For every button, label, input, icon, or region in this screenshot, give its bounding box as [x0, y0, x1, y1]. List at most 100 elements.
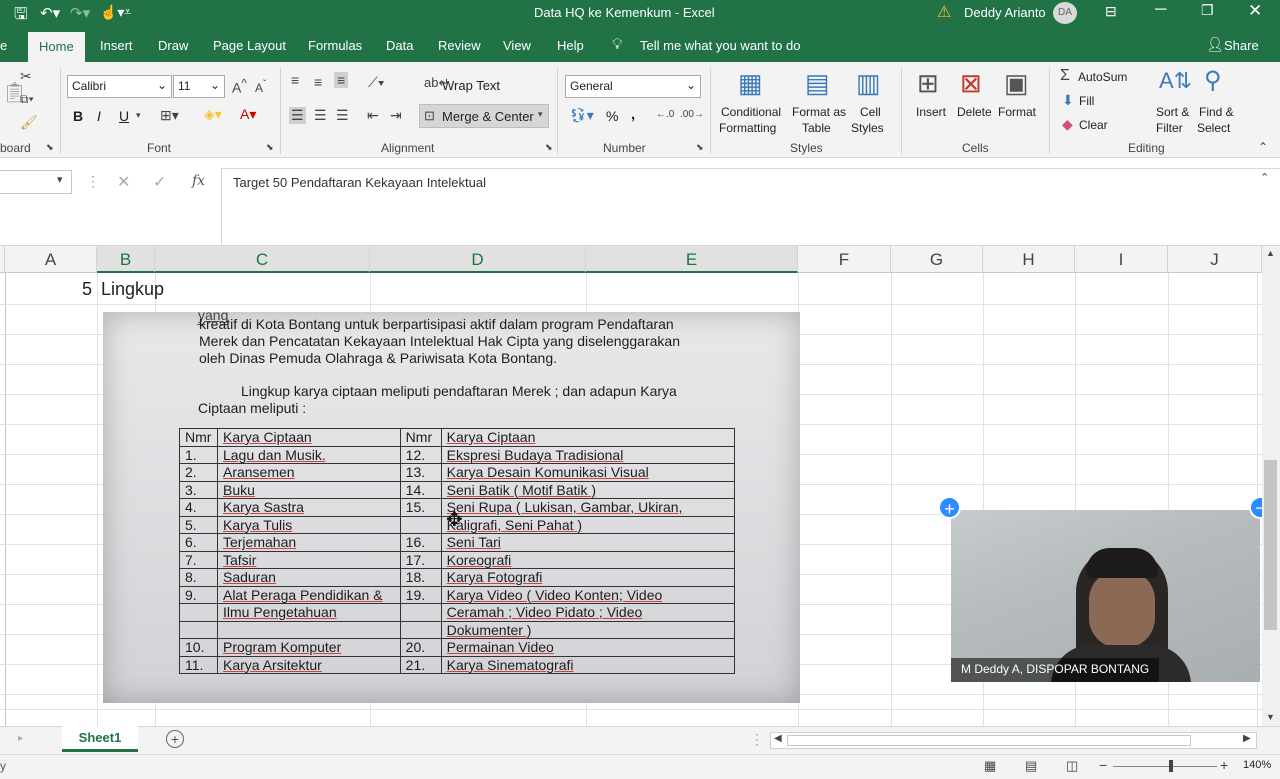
font-launcher-icon[interactable]: ⬊ — [266, 142, 274, 153]
format-painter-icon[interactable]: 🖌︎ — [20, 114, 38, 131]
customize-qat-icon[interactable]: ⩡ — [124, 4, 131, 20]
number-launcher-icon[interactable]: ⬊ — [696, 142, 704, 153]
warning-icon[interactable]: ⚠ — [937, 2, 951, 22]
vertical-scrollbar[interactable]: ▲ ▼ — [1262, 246, 1280, 726]
hscroll-thumb[interactable] — [787, 735, 1191, 746]
tab-data[interactable]: Data — [386, 38, 413, 53]
split-handle-icon[interactable]: ⋮ — [750, 731, 764, 748]
format-cells-button[interactable]: Format — [998, 105, 1036, 119]
copy-icon[interactable]: ⧉▾ — [20, 92, 34, 107]
col-header-e[interactable]: E — [586, 246, 798, 273]
increase-decimal-icon[interactable]: ←.0 — [656, 109, 674, 120]
zoom-slider-thumb[interactable] — [1169, 760, 1173, 772]
find-select-label2[interactable]: Select — [1197, 121, 1230, 135]
ribbon-display-icon[interactable]: ⊟ — [1105, 3, 1117, 20]
scroll-sheets-icon[interactable]: ▸ — [18, 733, 23, 744]
cell-styles-label2[interactable]: Styles — [851, 121, 884, 135]
decrease-indent-icon[interactable]: ⇤ — [367, 107, 379, 124]
new-sheet-button[interactable]: + — [166, 730, 184, 748]
cell-styles-label1[interactable]: Cell — [860, 105, 881, 119]
horizontal-scrollbar[interactable]: ◀ ▶ — [770, 732, 1257, 749]
page-break-view-icon[interactable]: ◫ — [1066, 758, 1078, 774]
format-as-table-label2[interactable]: Table — [802, 121, 831, 135]
col-header-b[interactable]: B — [97, 246, 155, 273]
cell-b5[interactable]: Lingkup — [101, 279, 164, 300]
col-header-i[interactable]: I — [1075, 246, 1168, 273]
document-picture[interactable]: y̲a̲n̲g̲ kreatif di Kota Bontang untuk b… — [103, 312, 800, 703]
share-button[interactable]: Share — [1224, 38, 1259, 53]
number-format-box[interactable]: General ⌄ — [565, 75, 701, 98]
name-box[interactable]: ▾ — [0, 170, 72, 194]
conditional-formatting-label2[interactable]: Formatting — [719, 121, 776, 135]
zoom-in-icon[interactable]: + — [1220, 757, 1228, 773]
tab-home[interactable]: Home — [28, 32, 85, 62]
collapse-ribbon-icon[interactable]: ⌃ — [1258, 140, 1268, 154]
tell-me-search[interactable]: Tell me what you want to do — [640, 38, 800, 53]
align-middle-icon[interactable]: ≡ — [314, 74, 322, 90]
decrease-font-icon[interactable]: Aˇ — [255, 79, 266, 95]
normal-view-icon[interactable]: ▦ — [984, 758, 996, 774]
increase-font-icon[interactable]: A^ — [232, 77, 247, 96]
orientation-icon[interactable]: ⟋▾ — [368, 74, 385, 91]
undo-icon[interactable]: ↶▾ — [40, 4, 60, 22]
accounting-icon[interactable]: 💱︎▾ — [569, 107, 594, 124]
scroll-right-icon[interactable]: ▶ — [1243, 733, 1251, 744]
borders-icon[interactable]: ⊞▾ — [160, 107, 179, 124]
sort-filter-label1[interactable]: Sort & — [1156, 105, 1189, 119]
tab-review[interactable]: Review — [438, 38, 481, 53]
touch-mode-icon[interactable]: ☝▾ — [100, 4, 124, 21]
expand-video-icon[interactable]: + — [938, 496, 961, 519]
delete-cells-button[interactable]: Delete — [957, 105, 992, 119]
fill-button[interactable]: Fill — [1079, 94, 1094, 108]
comma-button[interactable]: , — [631, 106, 635, 123]
clipboard-launcher-icon[interactable]: ⬊ — [46, 142, 54, 153]
underline-button[interactable]: U — [119, 108, 129, 124]
sort-filter-label2[interactable]: Filter — [1156, 121, 1183, 135]
col-header-j[interactable]: J — [1168, 246, 1262, 273]
col-header-a[interactable]: A — [5, 246, 97, 273]
col-header-f[interactable]: F — [798, 246, 891, 273]
user-avatar[interactable]: DA — [1053, 2, 1077, 24]
col-header-g[interactable]: G — [891, 246, 983, 273]
scroll-thumb[interactable] — [1264, 460, 1277, 630]
cut-icon[interactable]: ✂ — [20, 68, 32, 85]
scroll-down-icon[interactable]: ▼ — [1266, 712, 1275, 722]
cell-a5[interactable]: 5 — [82, 279, 92, 300]
cancel-icon[interactable]: ✕ — [117, 172, 130, 192]
align-top-icon[interactable]: ≡ — [291, 72, 299, 88]
close-button[interactable]: ✕ — [1248, 1, 1262, 21]
chevron-down-icon[interactable]: ▾ — [136, 110, 141, 121]
user-name[interactable]: Deddy Arianto — [964, 5, 1046, 20]
conditional-formatting-label1[interactable]: Conditional — [721, 105, 781, 119]
merge-center-button[interactable]: ⊡ Merge & Center ▾ — [419, 104, 549, 128]
page-layout-view-icon[interactable]: ▤ — [1025, 758, 1037, 774]
italic-button[interactable]: I — [97, 108, 101, 124]
insert-function-button[interactable]: fx — [192, 173, 205, 189]
font-size-box[interactable]: 11 ⌄ — [173, 75, 225, 98]
scroll-left-icon[interactable]: ◀ — [774, 733, 782, 744]
decrease-decimal-icon[interactable]: .00→ — [680, 109, 704, 120]
restore-button[interactable]: ❐ — [1201, 2, 1214, 19]
font-name-box[interactable]: Calibri ⌄ — [67, 75, 172, 98]
bold-button[interactable]: B — [73, 108, 83, 124]
find-select-label1[interactable]: Find & — [1199, 105, 1234, 119]
redo-icon[interactable]: ↷▾ — [70, 4, 90, 22]
insert-cells-button[interactable]: Insert — [916, 105, 946, 119]
align-left-icon[interactable]: ☰ — [289, 107, 306, 124]
percent-button[interactable]: % — [606, 108, 618, 124]
tab-view[interactable]: View — [503, 38, 531, 53]
format-as-table-label1[interactable]: Format as — [792, 105, 846, 119]
col-header-c[interactable]: C — [155, 246, 370, 273]
sheet-tab-sheet1[interactable]: Sheet1 — [62, 726, 138, 752]
zoom-level[interactable]: 140% — [1243, 759, 1271, 771]
fill-color-icon[interactable]: ◈▾ — [204, 106, 222, 123]
tab-draw[interactable]: Draw — [158, 38, 188, 53]
tab-page-layout[interactable]: Page Layout — [213, 38, 286, 53]
col-header-d[interactable]: D — [370, 246, 586, 273]
collapse-formula-icon[interactable]: ⌃ — [1260, 171, 1269, 184]
scroll-up-icon[interactable]: ▲ — [1266, 248, 1275, 258]
tab-file-partial[interactable]: e — [0, 38, 7, 53]
font-color-icon[interactable]: A▾ — [240, 106, 256, 123]
alignment-launcher-icon[interactable]: ⬊ — [545, 142, 553, 153]
tab-insert[interactable]: Insert — [100, 38, 133, 53]
